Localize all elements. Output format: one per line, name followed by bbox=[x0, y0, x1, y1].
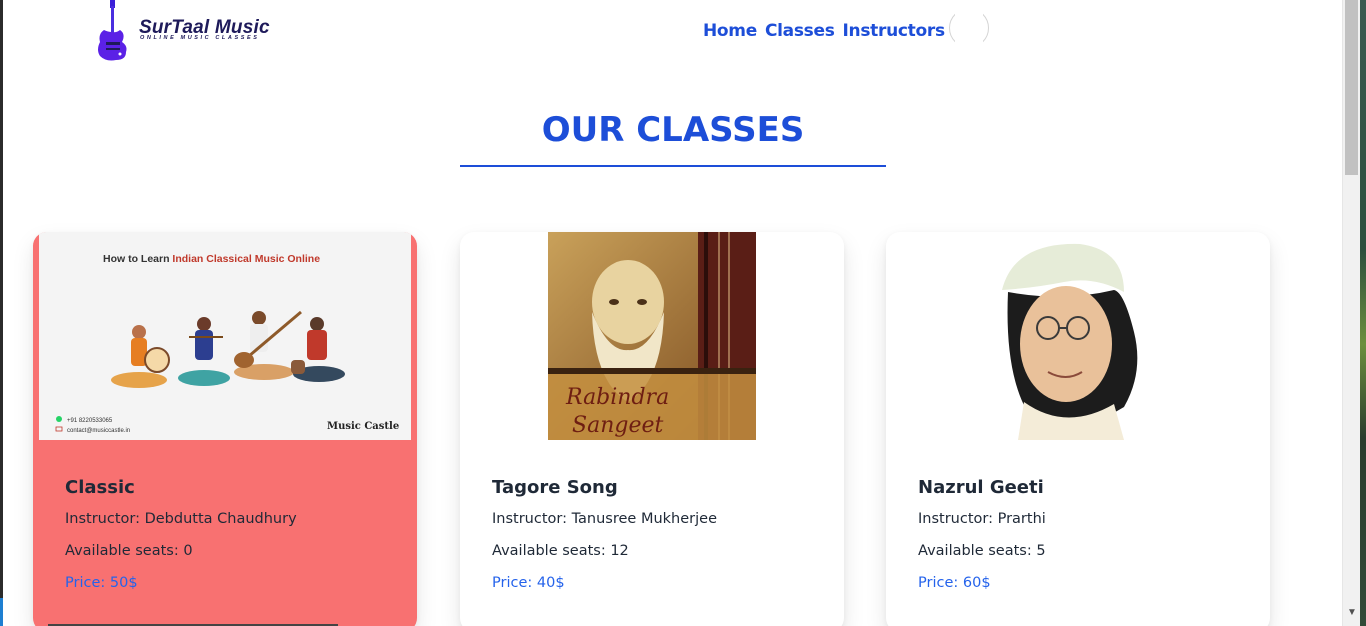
page-scrollbar[interactable]: ▼ bbox=[1342, 0, 1360, 626]
class-instructor: Instructor: Tanusree Mukherjee bbox=[492, 511, 717, 527]
nav-home[interactable]: Home bbox=[703, 20, 757, 42]
rabindra-sangeet-image: Rabindra Sangeet bbox=[548, 232, 756, 440]
class-info: Tagore Song Instructor: Tanusree Mukherj… bbox=[492, 476, 824, 593]
guitar-icon bbox=[98, 0, 127, 61]
window-border bbox=[0, 0, 3, 626]
class-card-classic: How to Learn Indian Classical Music Onli… bbox=[33, 232, 417, 626]
class-price: Price: 50$ bbox=[65, 575, 138, 591]
class-title: Tagore Song bbox=[492, 477, 618, 498]
svg-text:+91 8220533065: +91 8220533065 bbox=[67, 418, 113, 424]
class-title: Nazrul Geeti bbox=[918, 477, 1044, 498]
class-instructor: Instructor: Debdutta Chaudhury bbox=[65, 511, 297, 527]
page: SurTaal Music ONLINE MUSIC CLASSES Home … bbox=[0, 0, 1366, 626]
page-title: OUR CLASSES bbox=[541, 110, 805, 150]
title-underline bbox=[460, 165, 886, 167]
class-price: Price: 60$ bbox=[918, 575, 991, 591]
nav-classes[interactable]: Classes bbox=[765, 20, 835, 42]
svg-text:Rabindra: Rabindra bbox=[565, 385, 669, 410]
brand-tagline: ONLINE MUSIC CLASSES bbox=[140, 35, 260, 41]
class-instructor: Instructor: Prarthi bbox=[918, 511, 1046, 527]
class-card-tagore-song: Rabindra Sangeet Tagore Song Instructor:… bbox=[460, 232, 844, 626]
svg-text:Music Castle: Music Castle bbox=[327, 421, 399, 432]
classical-music-illustration: How to Learn Indian Classical Music Onli… bbox=[39, 232, 411, 440]
scroll-down-icon[interactable]: ▼ bbox=[1346, 607, 1358, 619]
class-price: Price: 40$ bbox=[492, 575, 565, 591]
nav-instructors[interactable]: Instructors bbox=[843, 20, 946, 42]
class-image-classic: How to Learn Indian Classical Music Onli… bbox=[39, 232, 411, 440]
taskbar-edge bbox=[0, 598, 3, 626]
class-seats: Available seats: 0 bbox=[65, 543, 193, 559]
class-image-nazrul-geeti bbox=[974, 232, 1182, 440]
class-title: Classic bbox=[65, 477, 135, 498]
class-seats: Available seats: 5 bbox=[918, 543, 1046, 559]
class-info: Nazrul Geeti Instructor: Prarthi Availab… bbox=[918, 476, 1250, 593]
svg-text:contact@musiccastle.in: contact@musiccastle.in bbox=[67, 428, 130, 434]
avatar-image bbox=[955, 6, 983, 50]
scrollbar-thumb[interactable] bbox=[1345, 0, 1358, 175]
nazrul-portrait-image bbox=[974, 232, 1182, 440]
class-card-nazrul-geeti: Nazrul Geeti Instructor: Prarthi Availab… bbox=[886, 232, 1270, 626]
class-image-tagore-song: Rabindra Sangeet bbox=[548, 232, 756, 440]
svg-text:Sangeet: Sangeet bbox=[572, 413, 663, 438]
brand-logo[interactable]: SurTaal Music ONLINE MUSIC CLASSES bbox=[94, 0, 294, 62]
class-seats: Available seats: 12 bbox=[492, 543, 629, 559]
desktop-background bbox=[1360, 0, 1366, 626]
svg-text:How to Learn Indian Classical: How to Learn Indian Classical Music Onli… bbox=[103, 253, 320, 265]
main-nav: Home Classes Instructors bbox=[703, 20, 945, 42]
class-info: Classic Instructor: Debdutta Chaudhury A… bbox=[65, 476, 397, 593]
